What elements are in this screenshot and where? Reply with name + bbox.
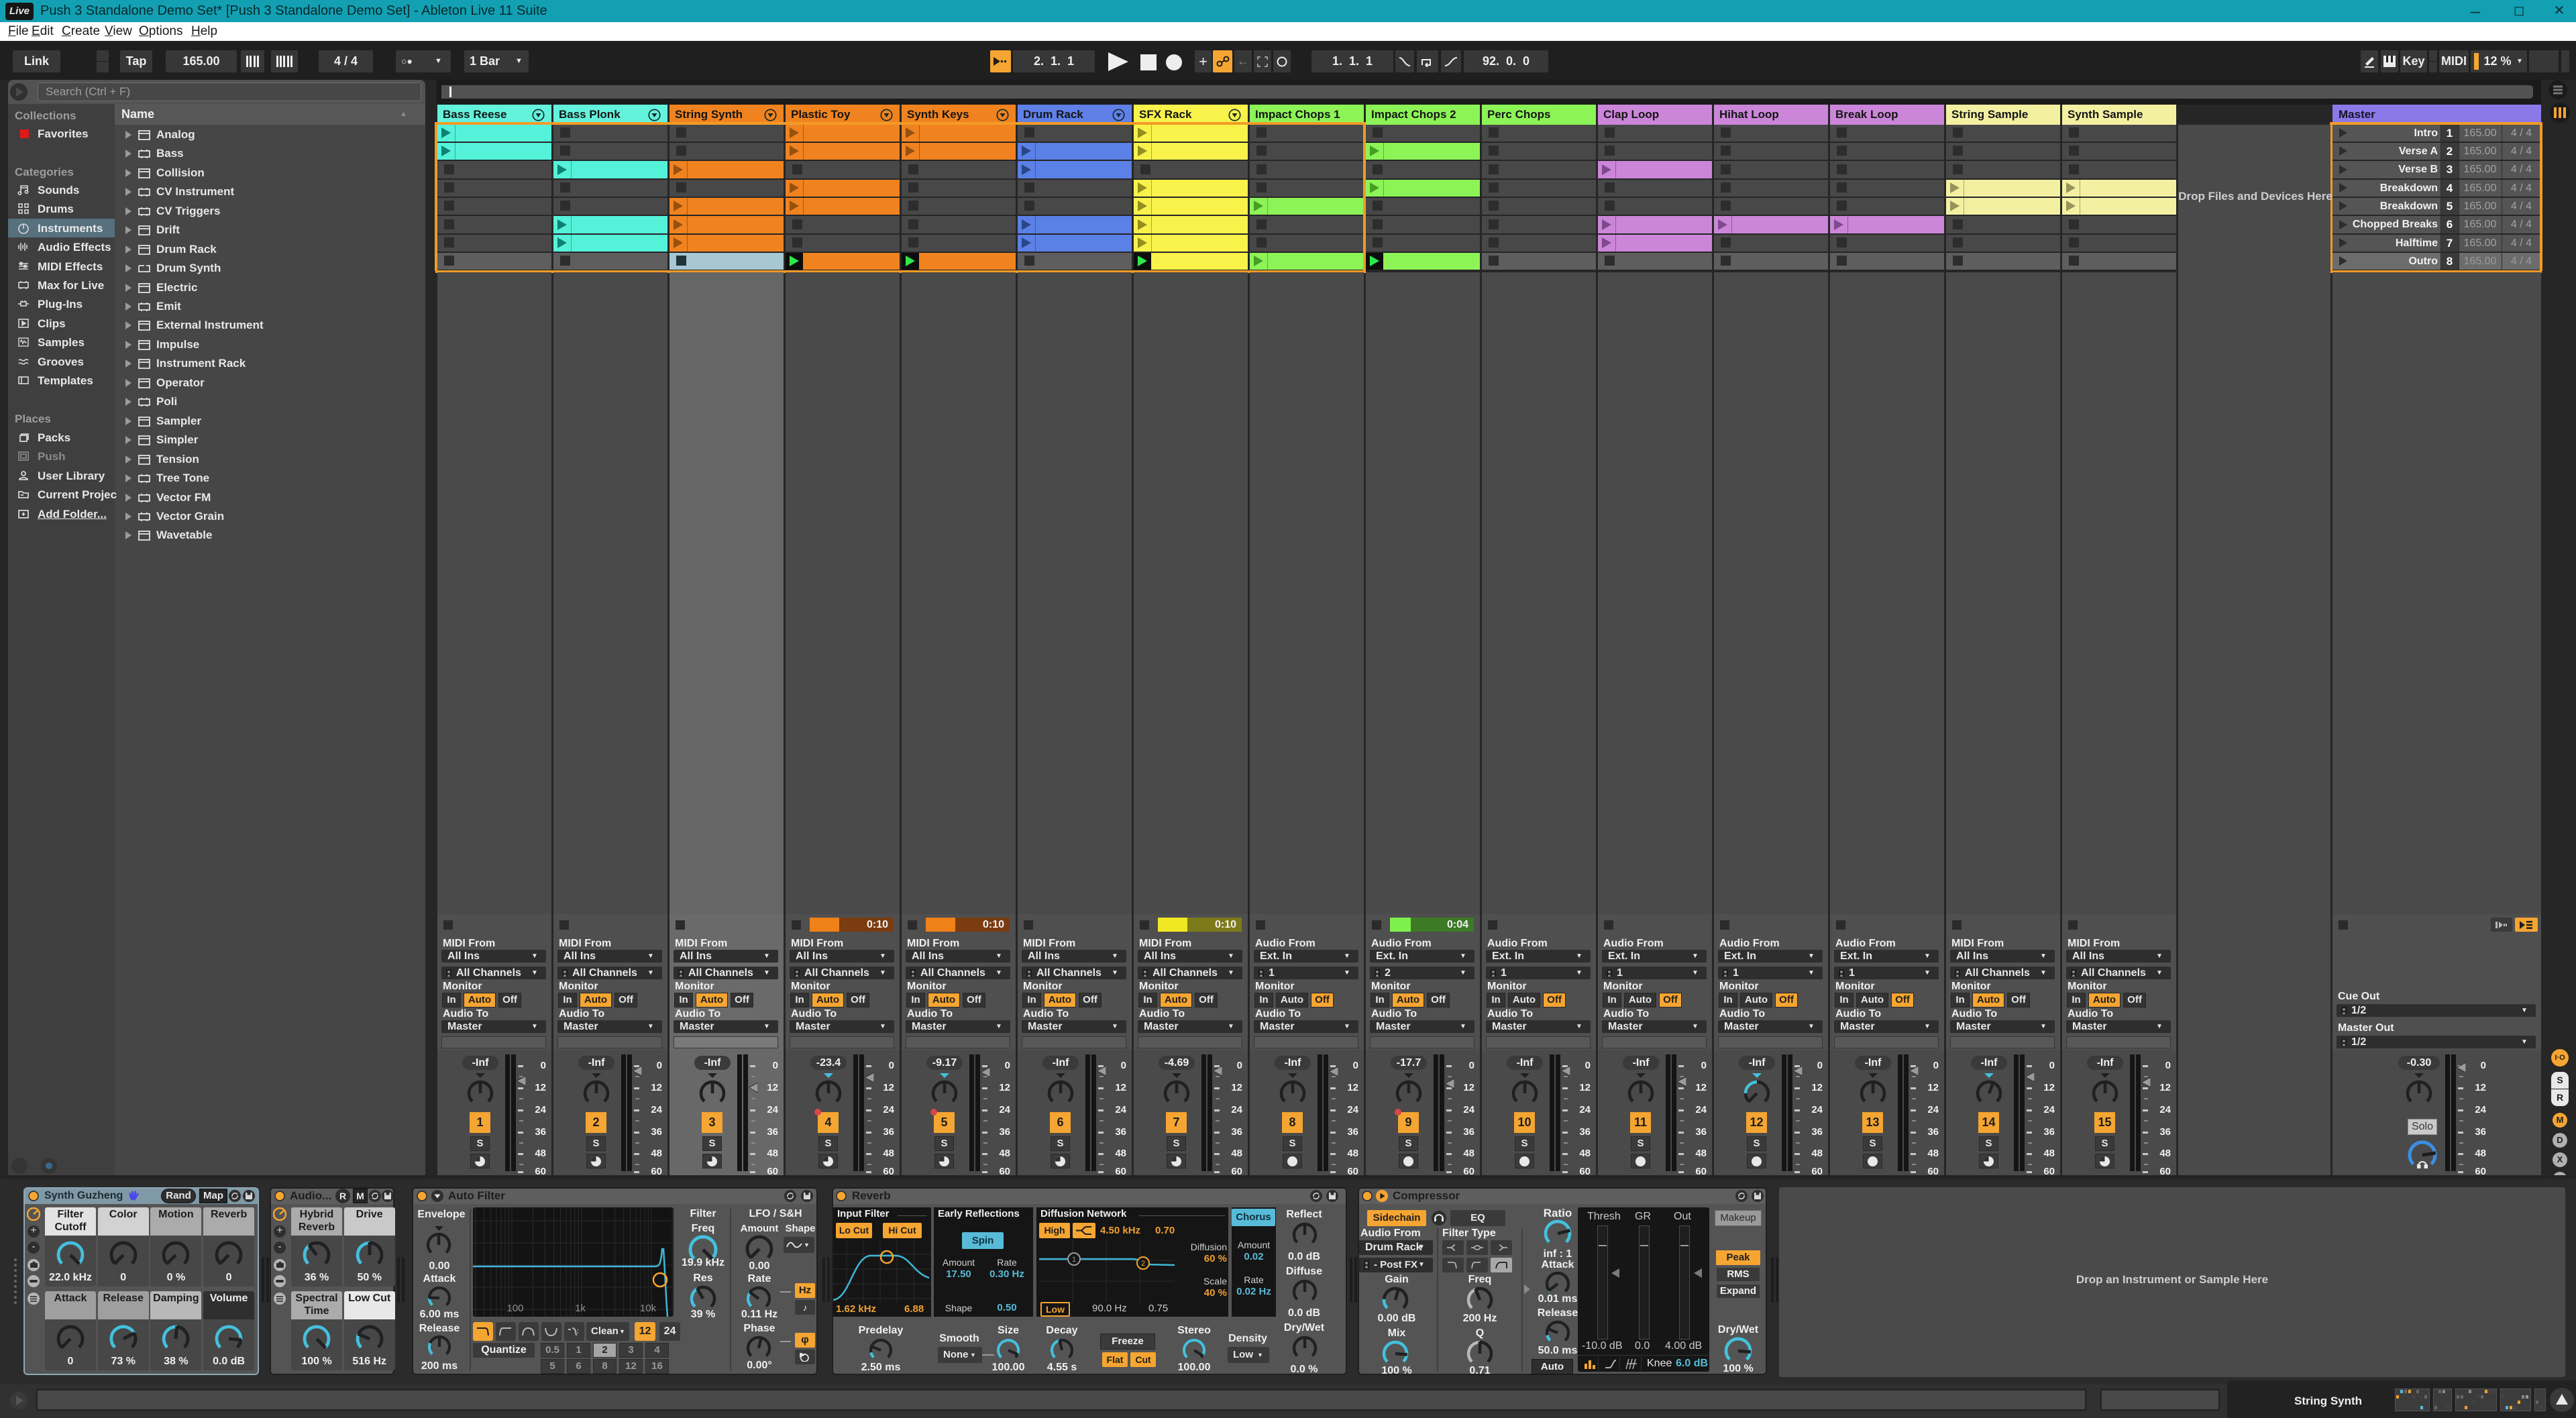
svg-text:2: 2 bbox=[1141, 1260, 1145, 1268]
svg-text:1: 1 bbox=[1072, 1256, 1076, 1264]
